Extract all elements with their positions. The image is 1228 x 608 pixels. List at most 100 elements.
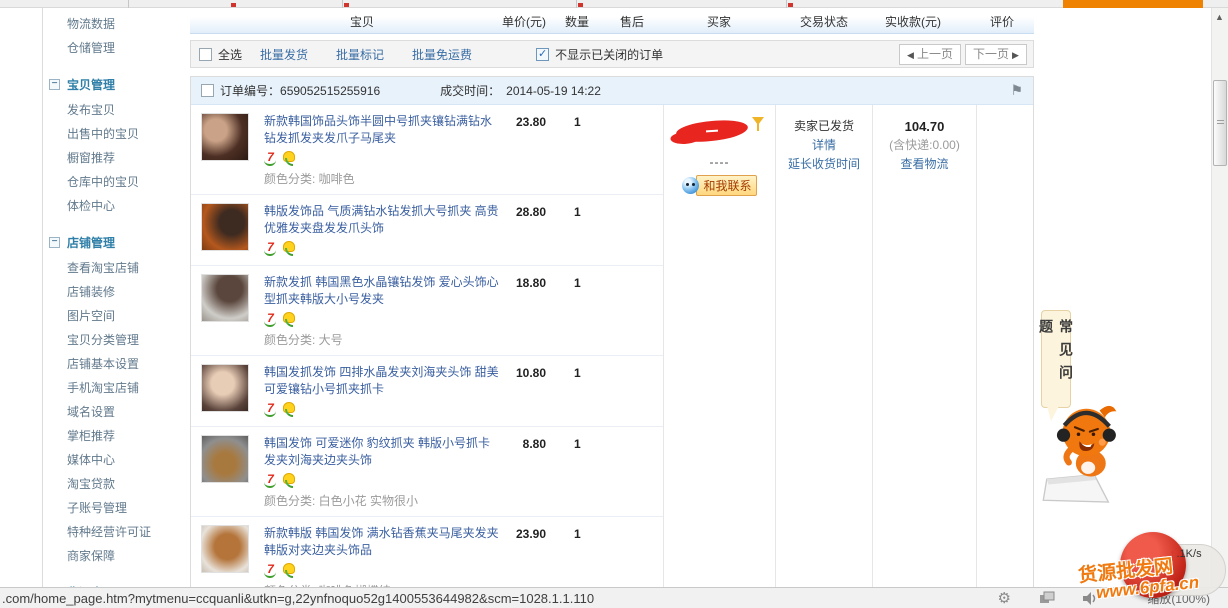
sidebar-item-shop-settings[interactable]: 店铺基本设置 [43,352,190,376]
sidebar-item-mobile-shop[interactable]: 手机淘宝店铺 [43,376,190,400]
top-tab-strip [0,0,1228,8]
product-title-link[interactable]: 新款韩国饰品头饰半圆中号抓夹镶钻满钻水钻发抓发夹发爪子马尾夹 [264,113,502,147]
sidebar-item-shop-decorate[interactable]: 店铺装修 [43,280,190,304]
scrollbar-thumb[interactable] [1213,80,1227,166]
seven-day-return-icon: 7 [264,402,277,417]
order-status-text: 卖家已发货 [776,117,872,136]
view-logistics-link[interactable]: 查看物流 [873,155,976,174]
scroll-up-arrow[interactable]: ▲ [1215,12,1224,22]
order-body: 新款韩国饰品头饰半圆中号抓夹镶钻满钻水钻发抓发夹发爪子马尾夹 23.80 1 7… [191,105,1033,607]
product-title-link[interactable]: 韩国发饰 可爱迷你 豹纹抓夹 韩版小号抓卡 发夹刘海夹边夹头饰 [264,435,502,469]
product-title-link[interactable]: 韩国发抓发饰 四排水晶发夹刘海夹头饰 甜美可爱镶钻小号抓夹抓卡 [264,364,502,398]
sidebar-item-items-in-stock[interactable]: 仓库中的宝贝 [43,170,190,194]
sidebar-item-media-center[interactable]: 媒体中心 [43,448,190,472]
product-title-link[interactable]: 新款发抓 韩国黑色水晶镶钻发饰 爱心头饰心型抓夹韩版大小号发夹 [264,274,502,308]
sidebar-item-view-shop[interactable]: 查看淘宝店铺 [43,256,190,280]
select-all-checkbox[interactable] [199,48,212,61]
sidebar-section-item-mgmt[interactable]: 宝贝管理 [43,72,190,98]
column-status: 交易状态 [800,13,848,30]
product-title-link[interactable]: 新款韩版 韩国发饰 满水钻香蕉夹马尾夹发夹 韩版对夹边夹头饰品 [264,525,502,559]
column-price: 单价(元) [502,13,546,30]
product-service-icons: 7 [264,240,663,256]
tab-text-fragment [788,3,793,7]
product-qty: 1 [574,205,581,219]
product-thumbnail[interactable] [201,525,249,573]
wangwang-label: 和我联系 [696,175,756,196]
sidebar-section-label: 宝贝管理 [67,78,115,92]
product-row: 韩国发抓发饰 四排水晶发夹刘海夹头饰 甜美可爱镶钻小号抓夹抓卡 10.80 1 … [191,356,663,427]
sidebar-item-subaccount-mgmt[interactable]: 子账号管理 [43,496,190,520]
sidebar-section-shop-mgmt[interactable]: 店铺管理 [43,230,190,256]
consumer-protection-icon [282,473,294,488]
order-detail-link[interactable]: 详情 [776,136,872,155]
active-tab-fragment[interactable] [1063,0,1203,8]
product-qty: 1 [574,437,581,451]
prev-page-button[interactable]: 上一页 [899,44,961,65]
gear-icon[interactable] [998,591,1011,606]
column-aftersale: 售后 [620,13,644,30]
table-column-header: 宝贝 单价(元) 数量 售后 买家 交易状态 实收款(元) 评价 [190,8,1034,34]
column-amount: 实收款(元) [885,13,941,30]
product-thumbnail[interactable] [201,203,249,251]
status-url: .com/home_page.htm?mytmenu=ccquanli&utkn… [2,591,594,606]
consumer-protection-icon [282,402,294,417]
wangwang-contact-button[interactable]: 和我联系 [682,175,756,196]
sidebar-item-warehouse-mgmt[interactable]: 仓储管理 [43,36,190,60]
extend-receipt-link[interactable]: 延长收货时间 [776,155,872,174]
sidebar-item-owner-recommend[interactable]: 掌柜推荐 [43,424,190,448]
sidebar-item-health-center[interactable]: 体检中心 [43,194,190,218]
product-title-link[interactable]: 韩版发饰品 气质满钻水钻发抓大号抓夹 高贵优雅发夹盘发发爪头饰 [264,203,502,237]
product-thumbnail[interactable] [201,113,249,161]
product-qty: 1 [574,276,581,290]
status-bar-icons [998,591,1098,606]
product-thumbnail[interactable] [201,435,249,483]
product-price: 18.80 [491,276,546,290]
hide-closed-checkbox[interactable] [536,48,549,61]
sidebar-item-logistics-data[interactable]: 物流数据 [43,12,190,36]
sidebar-item-item-category[interactable]: 宝贝分类管理 [43,328,190,352]
sidebar-item-publish-item[interactable]: 发布宝贝 [43,98,190,122]
product-variant: 颜色分类: 大号 [264,331,663,348]
windows-cascade-icon[interactable] [1039,591,1055,605]
products-column: 新款韩国饰品头饰半圆中号抓夹镶钻满钻水钻发抓发夹发爪子马尾夹 23.80 1 7… [191,105,663,607]
flag-icon[interactable] [1010,82,1023,99]
sidebar-item-window-recommend[interactable]: 橱窗推荐 [43,146,190,170]
product-thumbnail[interactable] [201,274,249,322]
tab-separator [576,0,577,8]
watermark-site-name: 货源批发网 [1077,551,1174,588]
order-select-checkbox[interactable] [201,84,214,97]
page-scrollbar: ▲ [1211,8,1228,588]
select-all-label[interactable]: 全选 [218,46,242,63]
batch-ship-link[interactable]: 批量发货 [260,46,308,63]
paid-amount: 104.70 [873,117,976,136]
browser-status-bar: .com/home_page.htm?mytmenu=ccquanli&utkn… [0,587,1228,608]
seven-day-return-icon: 7 [264,312,277,327]
product-price: 23.90 [491,527,546,541]
network-speed-text: .1K/s [1170,548,1202,560]
batch-toolbar: 全选 批量发货 批量标记 批量免运费 不显示已关闭的订单 上一页 下一页 [190,40,1034,68]
prev-page-label: 上一页 [917,47,953,61]
hide-closed-label[interactable]: 不显示已关闭的订单 [555,46,663,63]
speaker-icon[interactable] [1083,592,1098,605]
next-page-button[interactable]: 下一页 [965,44,1027,65]
batch-mark-link[interactable]: 批量标记 [336,46,384,63]
column-buyer: 买家 [707,13,731,30]
product-service-icons: 7 [264,562,663,578]
sidebar-item-domain-settings[interactable]: 域名设置 [43,400,190,424]
order-list-panel: 宝贝 单价(元) 数量 售后 买家 交易状态 实收款(元) 评价 全选 批量发货… [190,8,1034,608]
product-variant: 颜色分类: 白色小花 实物很小 [264,492,663,509]
sidebar-item-merchant-protection[interactable]: 商家保障 [43,544,190,568]
sidebar-item-taobao-loan[interactable]: 淘宝贷款 [43,472,190,496]
collapse-icon [49,79,60,90]
status-cell: 卖家已发货 详情 延长收货时间 [775,105,872,607]
product-thumbnail[interactable] [201,364,249,412]
product-service-icons: 7 [264,150,663,166]
filter-funnel-icon[interactable] [752,117,764,125]
consumer-protection-icon [282,241,294,256]
sidebar-item-items-on-sale[interactable]: 出售中的宝贝 [43,122,190,146]
product-price: 28.80 [491,205,546,219]
batch-free-shipping-link[interactable]: 批量免运费 [412,46,472,63]
faq-bubble[interactable]: 常见问题 [1041,310,1071,408]
sidebar-item-image-space[interactable]: 图片空间 [43,304,190,328]
sidebar-item-special-license[interactable]: 特种经营许可证 [43,520,190,544]
